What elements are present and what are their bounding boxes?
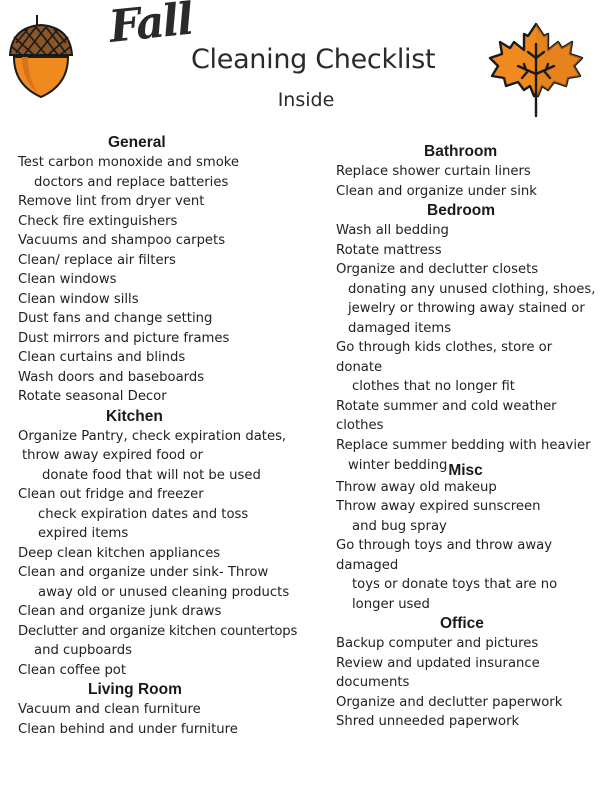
list-item: Shred unneeded paperwork [336, 714, 520, 729]
left-column: General Test carbon monoxide and smoke d… [18, 133, 308, 739]
list-item: Vacuums and shampoo carpets [18, 233, 226, 248]
section-heading-living-room: Living Room [88, 681, 182, 698]
list-item: Vacuum and clean furniture [18, 702, 201, 717]
list-item: jewelry or throwing away stained or [348, 301, 585, 316]
list-item: clothes [336, 418, 384, 433]
list-item: Clean coffee pot [18, 662, 127, 678]
section-heading-misc: Misc [448, 462, 483, 479]
list-item: Wash doors and baseboards [18, 369, 205, 385]
list-item: Test carbon monoxide and smoke [18, 155, 240, 170]
list-item: donate food that will not be used [42, 467, 261, 483]
list-item: Clean out fridge and freezer [18, 487, 204, 502]
list-item: Declutter and organize kitchen counterto… [18, 623, 298, 639]
list-item: Throw away expired sunscreen [336, 499, 541, 514]
list-item: Replace summer bedding with heavier [336, 437, 591, 453]
list-item: Clean windows [18, 272, 117, 287]
list-item: Clean/ replace air filters [18, 252, 176, 268]
section-heading-bedroom: Bedroom [427, 202, 496, 219]
list-item: donate [336, 359, 383, 375]
list-item-text: winter bedding [348, 458, 448, 473]
list-item: Clean window sills [18, 291, 139, 307]
list-item: longer used [352, 596, 430, 612]
list-item: Rotate seasonal Decor [18, 389, 167, 404]
section-heading-bathroom: Bathroom [424, 143, 498, 160]
list-item: Dust mirrors and picture frames [18, 330, 230, 346]
list-item: Organize and declutter paperwork [336, 694, 563, 710]
list-item: Wash all bedding [336, 223, 449, 238]
list-item: damaged [336, 557, 399, 573]
list-item: clothes that no longer fit [352, 379, 515, 394]
list-item: away old or unused cleaning products [38, 584, 290, 600]
list-item: Deep clean kitchen appliances [18, 545, 221, 561]
list-item: throw away expired food or [22, 448, 204, 463]
section-heading-office: Office [440, 615, 484, 632]
title-script: Fall [106, 0, 195, 53]
list-item: Clean behind and under furniture [18, 721, 238, 737]
list-item: Organize and declutter closets [336, 262, 539, 277]
list-item: doctors and replace batteries [34, 174, 229, 190]
list-item: Rotate summer and cold weather [336, 398, 557, 414]
list-item: Check fire extinguishers [18, 213, 178, 229]
list-item: Organize Pantry, check expiration dates, [18, 428, 287, 444]
list-item: Clean curtains and blinds [18, 350, 186, 365]
section-heading-kitchen: Kitchen [106, 407, 163, 425]
list-item: damaged items [348, 320, 452, 336]
list-item: donating any unused clothing, shoes, [348, 281, 596, 297]
list-item: and bug spray [352, 518, 447, 534]
list-item: Dust fans and change setting [18, 311, 213, 326]
section-heading-general: General [108, 134, 166, 151]
list-item: winter beddingMisc [336, 455, 608, 479]
list-item: Backup computer and pictures [336, 636, 539, 651]
list-item: documents [336, 675, 410, 690]
list-item: Go through kids clothes, store or [336, 340, 553, 355]
list-item: toys or donate toys that are no [352, 577, 558, 592]
list-item: Replace shower curtain liners [336, 164, 531, 179]
list-item: expired items [38, 526, 129, 541]
list-item: check expiration dates and toss [38, 506, 249, 522]
page-subtitle: Inside [277, 89, 335, 111]
acorn-icon [8, 15, 74, 99]
maple-leaf-icon [488, 22, 584, 118]
list-item: Go through toys and throw away [336, 538, 553, 553]
list-item: Clean and organize junk draws [18, 604, 222, 619]
list-item: and cupboards [34, 643, 132, 658]
right-column: Bathroom Replace shower curtain liners C… [336, 142, 608, 732]
page-title: Cleaning Checklist [191, 44, 436, 75]
list-item: Review and updated insurance [336, 655, 540, 671]
list-item: Clean and organize under sink- Throw [18, 565, 269, 580]
list-item: Rotate mattress [336, 242, 442, 258]
list-item: Clean and organize under sink [336, 183, 537, 199]
list-item: Remove lint from dryer vent [18, 194, 205, 209]
